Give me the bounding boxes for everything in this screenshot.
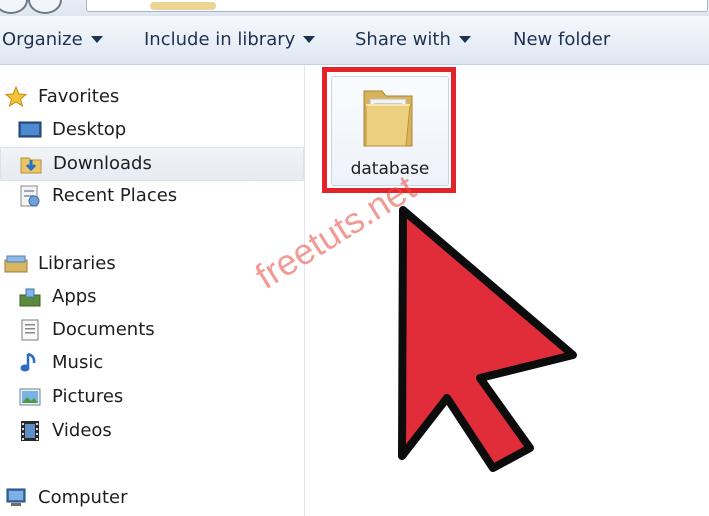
computer-label: Computer	[38, 487, 128, 508]
nav-computer[interactable]: Computer	[4, 482, 294, 514]
include-in-library-button[interactable]: Include in library	[144, 28, 316, 52]
new-folder-button[interactable]: New folder	[513, 28, 610, 52]
new-folder-label: New folder	[513, 29, 611, 50]
sidebar-item-videos[interactable]: Videos	[18, 415, 298, 447]
command-bar: Organize Include in library Share with N…	[0, 16, 709, 65]
sidebar-item-pictures[interactable]: Pictures	[18, 381, 298, 413]
pane-splitter[interactable]	[304, 65, 305, 516]
chevron-down-icon	[90, 35, 103, 43]
videos-icon	[21, 421, 39, 441]
sidebar-item-label: Pictures	[52, 386, 124, 407]
share-with-label: Share with	[355, 29, 451, 50]
sidebar-item-label: Videos	[52, 420, 112, 441]
chevron-down-icon	[303, 35, 316, 43]
sidebar-item-apps[interactable]: Apps	[18, 281, 298, 313]
sidebar-item-label: Downloads	[53, 153, 152, 174]
back-button[interactable]	[0, 0, 28, 14]
navigation-pane: Favorites Desktop Downloads Recent Place…	[0, 65, 304, 516]
chevron-down-icon	[458, 35, 471, 43]
sidebar-item-label: Documents	[52, 319, 155, 340]
pictures-icon	[19, 388, 41, 406]
sidebar-item-recent-places[interactable]: Recent Places	[18, 180, 298, 212]
folder-icon	[363, 90, 413, 147]
breadcrumb-folder-icon	[150, 2, 216, 10]
sidebar-item-label: Recent Places	[52, 185, 178, 206]
sidebar-item-downloads[interactable]: Downloads	[0, 147, 304, 181]
share-with-button[interactable]: Share with	[355, 28, 471, 52]
sidebar-item-label: Desktop	[52, 119, 127, 140]
desktop-icon	[18, 121, 42, 138]
libraries-label: Libraries	[38, 253, 116, 274]
nav-favorites[interactable]: Favorites	[4, 81, 294, 113]
favorites-label: Favorites	[38, 86, 120, 107]
sidebar-item-desktop[interactable]: Desktop	[18, 114, 298, 146]
forward-button[interactable]	[28, 0, 62, 14]
sidebar-item-music[interactable]: Music	[18, 347, 298, 379]
computer-icon	[6, 488, 26, 506]
organize-button[interactable]: Organize	[2, 28, 103, 52]
documents-icon	[21, 319, 39, 341]
sidebar-item-documents[interactable]: Documents	[18, 314, 298, 346]
organize-label: Organize	[2, 29, 83, 50]
downloads-icon	[20, 157, 42, 174]
folder-item-database[interactable]: database	[331, 76, 449, 186]
libraries-icon	[4, 255, 28, 273]
recent-places-icon	[20, 185, 40, 207]
music-icon	[20, 352, 36, 372]
sidebar-item-label: Music	[52, 352, 104, 373]
apps-icon	[19, 288, 41, 307]
include-in-library-label: Include in library	[144, 29, 296, 50]
sidebar-item-label: Apps	[52, 286, 97, 307]
star-icon	[4, 85, 28, 108]
address-bar-area	[0, 0, 709, 16]
